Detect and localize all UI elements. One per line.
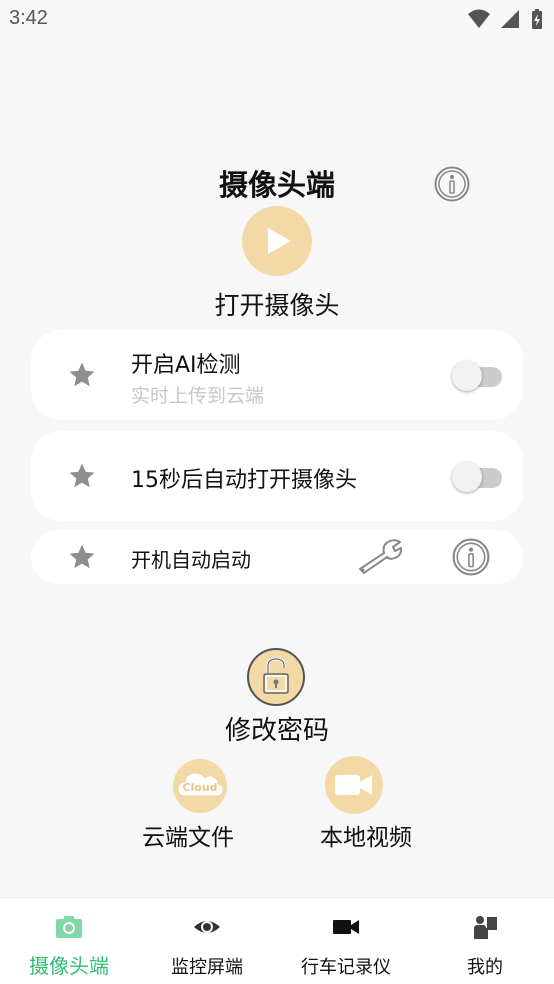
wrench-icon[interactable] — [356, 538, 404, 576]
change-password-label: 修改密码 — [224, 716, 329, 746]
change-password-button[interactable] — [247, 648, 305, 706]
page-title: 摄像头端 — [218, 168, 335, 202]
star-icon — [69, 544, 95, 569]
nav-label: 我的 — [467, 957, 503, 978]
auto-open-title: 15秒后自动打开摄像头 — [131, 468, 357, 493]
toggle-thumb — [452, 462, 482, 492]
wifi-icon — [467, 9, 490, 28]
status-time: 3:42 — [9, 7, 48, 29]
info-icon[interactable] — [434, 166, 470, 202]
cell-signal-icon — [500, 10, 519, 28]
local-video-label: 本地视频 — [320, 825, 412, 851]
cloud-icon-text: Cloud — [182, 781, 217, 794]
star-icon — [69, 362, 95, 387]
toggle-thumb — [452, 361, 482, 391]
ai-detect-subtitle: 实时上传到云端 — [131, 385, 265, 407]
star-icon — [69, 463, 95, 488]
open-camera-button[interactable] — [242, 206, 312, 276]
status-bar: 3:42 — [0, 0, 554, 38]
nav-dashcam[interactable]: 行车记录仪 — [277, 898, 415, 984]
boot-start-card: 开机自动启动 — [31, 530, 523, 584]
nav-camera-side[interactable]: 摄像头端 — [0, 898, 138, 984]
ai-detect-toggle[interactable] — [450, 358, 504, 392]
auto-open-card: 15秒后自动打开摄像头 — [31, 431, 523, 521]
cloud-icon: Cloud — [177, 772, 224, 797]
video-camera-icon — [333, 920, 359, 934]
info-icon[interactable] — [452, 538, 490, 576]
play-icon — [268, 228, 291, 254]
bottom-nav: 摄像头端 监控屏端 行车记录仪 我的 — [0, 897, 554, 984]
local-video-button[interactable] — [325, 756, 383, 814]
header: 摄像头端 — [0, 160, 554, 204]
video-camera-icon — [335, 775, 372, 795]
nav-mine[interactable]: 我的 — [416, 898, 554, 984]
camera-icon — [56, 916, 82, 938]
ai-detect-card: 开启AI检测 实时上传到云端 — [31, 330, 523, 420]
nav-label: 摄像头端 — [29, 954, 109, 978]
status-icons — [467, 8, 544, 30]
eye-icon — [194, 921, 220, 933]
cloud-files-label: 云端文件 — [142, 825, 234, 851]
nav-label: 监控屏端 — [171, 957, 243, 978]
unlock-icon — [263, 657, 289, 694]
user-icon — [474, 916, 497, 939]
nav-label: 行车记录仪 — [301, 957, 391, 978]
boot-start-title: 开机自动启动 — [131, 548, 251, 572]
nav-monitor-side[interactable]: 监控屏端 — [138, 898, 276, 984]
open-camera-label: 打开摄像头 — [214, 291, 340, 320]
auto-open-toggle[interactable] — [450, 459, 504, 493]
cloud-files-button[interactable]: Cloud — [173, 759, 227, 813]
ai-detect-title: 开启AI检测 — [131, 353, 241, 378]
battery-icon — [532, 9, 542, 29]
